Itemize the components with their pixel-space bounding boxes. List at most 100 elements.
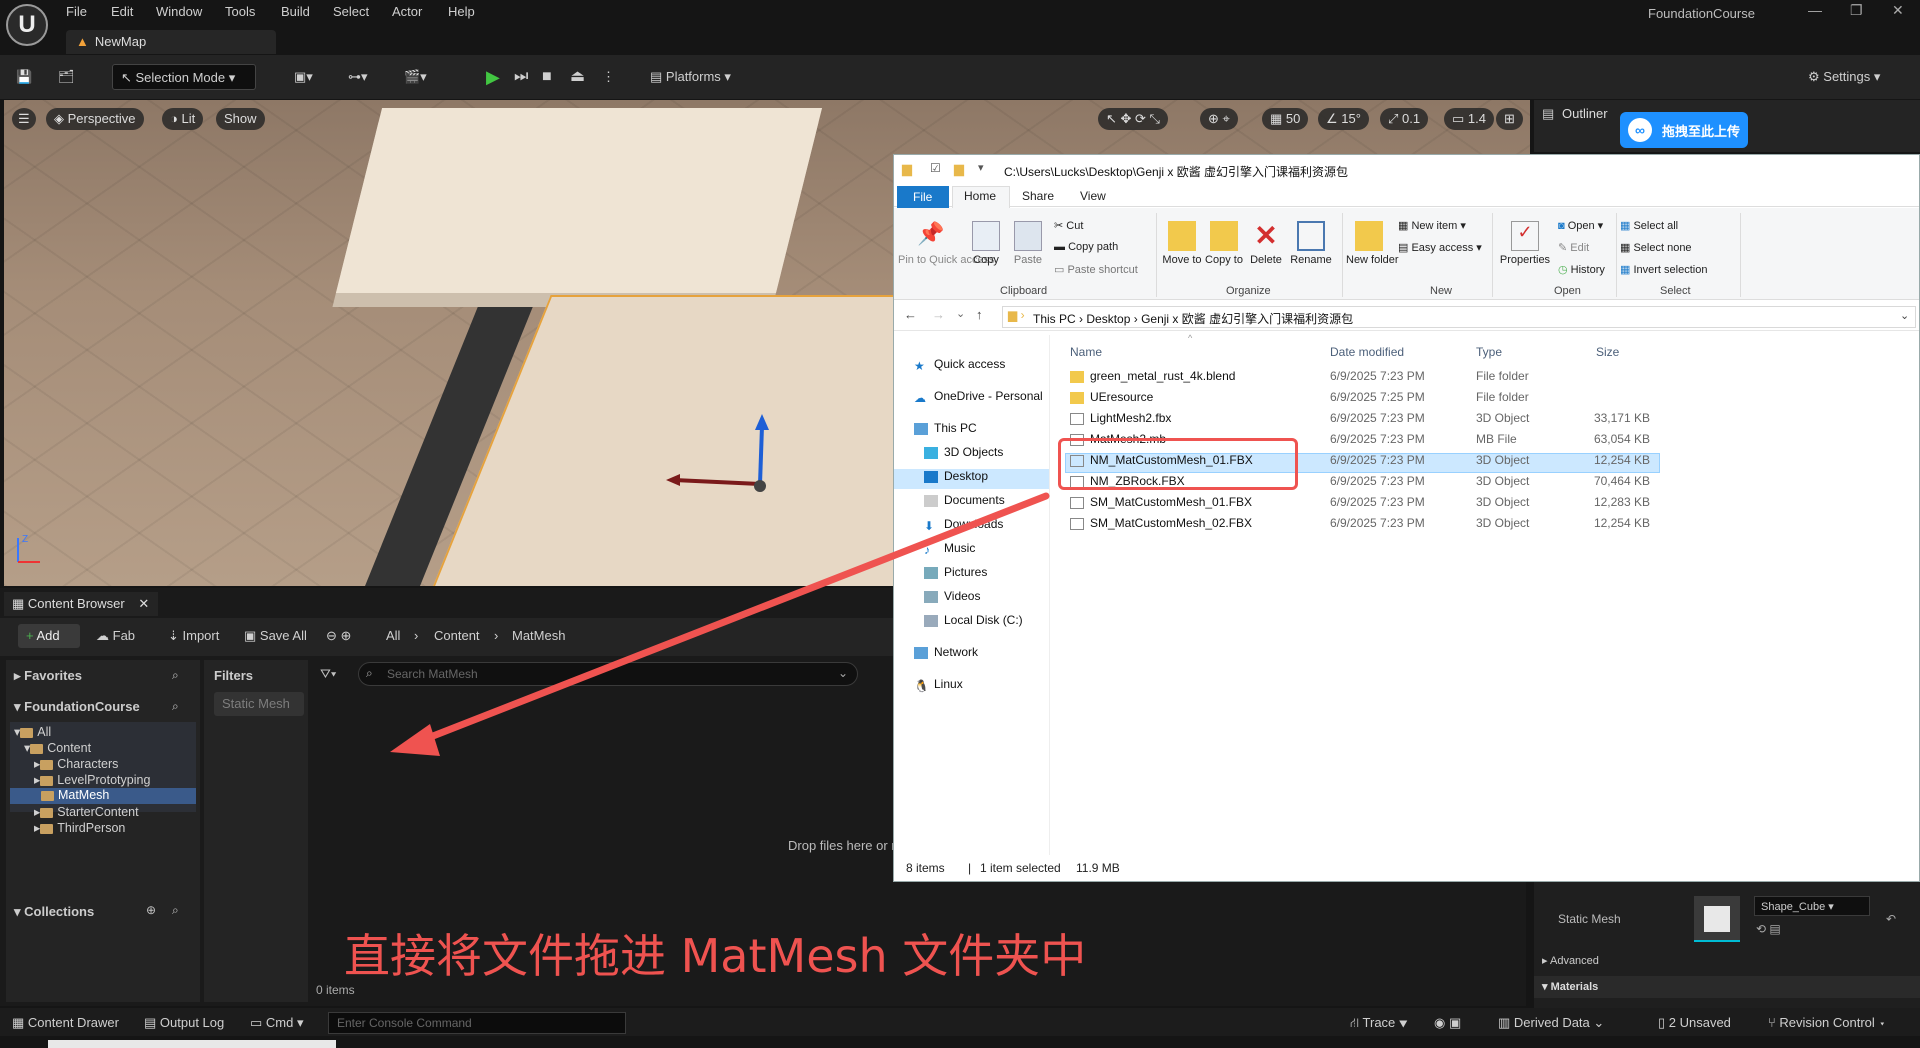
delete-button[interactable]: ✕ Delete	[1246, 221, 1286, 267]
lit-button[interactable]: ◑ Lit	[162, 108, 204, 130]
stats-icon[interactable]: ◉ ▣	[1434, 1015, 1461, 1031]
blueprint-icon[interactable]: ⊶▾	[348, 64, 368, 90]
breadcrumb-matmesh[interactable]: MatMesh	[512, 628, 565, 643]
browse-asset-icon[interactable]: ⟲ ▤	[1756, 922, 1781, 936]
customize-icon[interactable]: ▾	[978, 161, 984, 174]
collections-header[interactable]: ▾ Collections	[14, 904, 94, 920]
viewport-menu-icon[interactable]: ☰	[12, 108, 36, 130]
menu-file[interactable]: File	[66, 4, 87, 19]
settings-menu[interactable]: ⚙ Settings ▾	[1808, 64, 1880, 90]
trace-dropdown[interactable]: ⛙ Trace ▾	[1350, 1015, 1408, 1033]
copy-button[interactable]: Copy	[966, 221, 1006, 266]
copy-to-button[interactable]: Copy to	[1204, 221, 1244, 266]
move-to-button[interactable]: Move to	[1162, 221, 1202, 266]
open-button[interactable]: ◙ Open ▾	[1558, 219, 1603, 232]
select-all-button[interactable]: ▦ Select all	[1620, 219, 1678, 232]
nav-videos[interactable]: Videos	[924, 589, 980, 603]
add-button[interactable]: + Add	[18, 624, 80, 648]
tree-item-thirdperson[interactable]: ▸ ThirdPerson	[34, 820, 125, 835]
nav-network[interactable]: Network	[914, 645, 978, 659]
project-header[interactable]: ▾ FoundationCourse	[14, 699, 140, 715]
console-input[interactable]: Enter Console Command	[328, 1012, 626, 1034]
column-date[interactable]: Date modified	[1330, 345, 1404, 359]
column-size[interactable]: Size	[1596, 345, 1619, 359]
nav-this-pc[interactable]: This PC	[914, 421, 977, 435]
materials-header[interactable]: ▾ Materials	[1542, 980, 1598, 993]
search-input[interactable]: Search MatMesh	[358, 662, 858, 686]
close-icon[interactable]: ✕	[1892, 2, 1904, 19]
search-icon[interactable]: ⌕	[172, 903, 179, 918]
menu-select[interactable]: Select	[333, 4, 369, 19]
new-folder-quick-icon[interactable]: ▆	[954, 161, 964, 177]
cinematics-icon[interactable]: 🎬▾	[404, 64, 427, 90]
copy-path-button[interactable]: ▬ Copy path	[1054, 241, 1118, 253]
paste-shortcut-button[interactable]: ▭ Paste shortcut	[1054, 263, 1138, 276]
nav-documents[interactable]: Documents	[924, 493, 1005, 507]
tree-item-levelprototyping[interactable]: ▸ LevelPrototyping	[34, 772, 150, 787]
nav-music[interactable]: ♪ Music	[924, 541, 975, 557]
tree-item-startercontent[interactable]: ▸ StarterContent	[34, 804, 139, 819]
rename-button[interactable]: Rename	[1288, 221, 1334, 266]
scale-snap[interactable]: ⤢ 0.1	[1380, 108, 1429, 130]
menu-edit[interactable]: Edit	[111, 4, 133, 19]
nav-desktop[interactable]: Desktop	[924, 469, 988, 483]
recent-locations-icon[interactable]: ⌄	[956, 307, 965, 320]
tab-file[interactable]: File	[897, 186, 949, 208]
static-mesh-filter[interactable]: Static Mesh	[214, 692, 304, 716]
history-nav-icon[interactable]: ⊖ ⊕	[326, 628, 351, 644]
easy-access-button[interactable]: ▤ Easy access ▾	[1398, 241, 1482, 254]
perspective-button[interactable]: ◈ Perspective	[46, 108, 144, 130]
map-tab[interactable]: ▲ NewMap	[66, 30, 276, 54]
transform-gizmo[interactable]	[654, 400, 784, 510]
nav-pictures[interactable]: Pictures	[924, 565, 987, 579]
grid-snap[interactable]: ▦ 50	[1262, 108, 1309, 130]
file-row[interactable]: LightMesh2.fbx 6/9/2025 7:23 PM 3D Objec…	[1070, 411, 1660, 431]
tree-item-characters[interactable]: ▸ Characters	[34, 756, 118, 771]
pin-quick-access-button[interactable]: 📌 Pin to Quick access	[898, 221, 995, 266]
checkbox-icon[interactable]: ☑	[930, 161, 941, 175]
tree-item-matmesh[interactable]: MatMesh	[34, 788, 109, 802]
nav-3d-objects[interactable]: 3D Objects	[924, 445, 1003, 459]
menu-help[interactable]: Help	[448, 4, 475, 19]
favorites-header[interactable]: ▸ Favorites	[14, 668, 82, 684]
address-bar[interactable]: This PC › Desktop › Genji x 欧酱 虚幻引擎入门课福利…	[1002, 306, 1916, 328]
fab-button[interactable]: ☁ Fab	[96, 628, 135, 644]
play-button[interactable]: ▶	[486, 64, 500, 90]
close-tab-icon[interactable]: ✕	[138, 596, 149, 611]
invert-selection-button[interactable]: ▦ Invert selection	[1620, 263, 1707, 276]
breadcrumb-folder[interactable]: Genji x 欧酱 虚幻引擎入门课福利资源包	[1141, 312, 1353, 326]
nav-onedrive[interactable]: ☁ OneDrive - Personal	[914, 389, 1043, 405]
tree-item-content[interactable]: ▾ Content	[24, 740, 91, 755]
breadcrumb-content[interactable]: Content	[434, 628, 480, 643]
angle-snap[interactable]: ∠ 15°	[1318, 108, 1369, 130]
mesh-thumbnail[interactable]	[1694, 896, 1740, 942]
column-name[interactable]: Name	[1070, 345, 1102, 359]
back-icon[interactable]: ←	[904, 307, 917, 322]
search-icon[interactable]: ⌕	[172, 699, 179, 714]
unreal-logo-icon[interactable]: U	[6, 4, 48, 46]
selection-mode-dropdown[interactable]: ↖ Selection Mode ▾	[112, 64, 256, 90]
revision-control-button[interactable]: ⑂ Revision Control ▾	[1768, 1015, 1886, 1030]
breadcrumb-this-pc[interactable]: This PC	[1033, 312, 1076, 326]
show-button[interactable]: Show	[216, 108, 265, 130]
derived-data-button[interactable]: ▥ Derived Data ⌄	[1498, 1015, 1604, 1031]
file-row[interactable]: SM_MatCustomMesh_02.FBX 6/9/2025 7:23 PM…	[1070, 516, 1660, 536]
cut-button[interactable]: ✂ Cut	[1054, 219, 1083, 232]
import-button[interactable]: ⇣ Import	[168, 628, 219, 644]
stop-icon[interactable]: ■	[542, 64, 552, 90]
transform-tools[interactable]: ↖ ✥ ⟳ ⤡	[1098, 108, 1168, 130]
skip-frame-icon[interactable]: ⏭	[514, 64, 528, 90]
nav-quick-access[interactable]: ★ Quick access	[914, 357, 1005, 373]
menu-tools[interactable]: Tools	[225, 4, 255, 19]
camera-speed[interactable]: ▭ 1.4	[1444, 108, 1494, 130]
floor-plane[interactable]	[335, 108, 823, 293]
content-drawer-button[interactable]: ▦ Content Drawer	[12, 1015, 119, 1031]
chevron-down-icon[interactable]: ⌄	[1900, 309, 1909, 322]
tab-view[interactable]: View	[1080, 189, 1106, 203]
history-button[interactable]: ◷ History	[1558, 263, 1605, 276]
maximize-viewport-icon[interactable]: ⊞	[1496, 108, 1523, 130]
menu-actor[interactable]: Actor	[392, 4, 422, 19]
browse-icon[interactable]: 🗂	[58, 64, 75, 90]
output-log-button[interactable]: ▤ Output Log	[144, 1015, 224, 1031]
filter-icon[interactable]: ⛛▾	[320, 666, 336, 682]
